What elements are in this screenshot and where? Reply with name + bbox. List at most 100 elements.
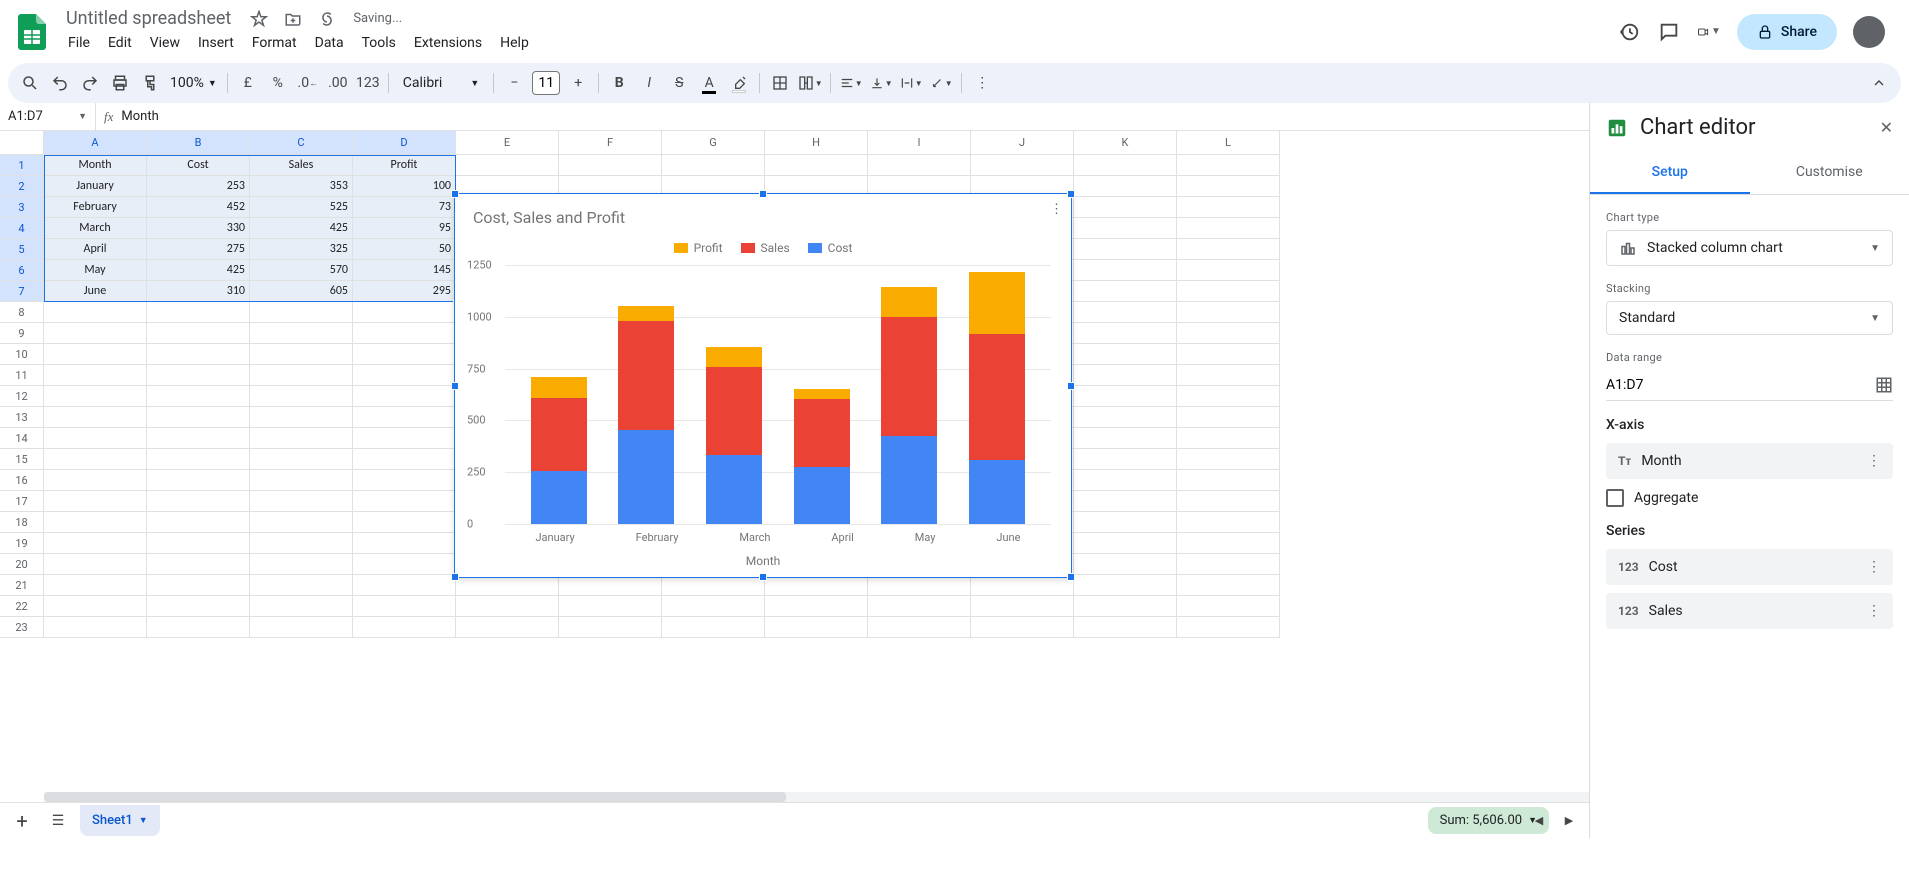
cell[interactable] [1074,470,1177,491]
cell[interactable]: Month [44,155,147,176]
cell[interactable] [353,596,456,617]
tab-setup[interactable]: Setup [1590,152,1750,194]
cell[interactable]: 100 [353,176,456,197]
cell[interactable]: 310 [147,281,250,302]
cell[interactable] [1177,407,1280,428]
column-header[interactable]: A [44,131,147,155]
row-header[interactable]: 4 [0,218,44,239]
cell[interactable] [765,155,868,176]
cell[interactable] [1177,260,1280,281]
redo-icon[interactable] [76,69,104,97]
row-header[interactable]: 1 [0,155,44,176]
row-header[interactable]: 18 [0,512,44,533]
cell[interactable]: 325 [250,239,353,260]
column-header[interactable]: I [868,131,971,155]
cell[interactable]: 295 [353,281,456,302]
cell[interactable]: Sales [250,155,353,176]
cell[interactable] [250,365,353,386]
cell[interactable] [1074,428,1177,449]
row-header[interactable]: 12 [0,386,44,407]
column-header[interactable]: F [559,131,662,155]
menu-file[interactable]: File [60,31,98,55]
cell[interactable] [765,596,868,617]
cell[interactable] [250,554,353,575]
menu-extensions[interactable]: Extensions [406,31,490,55]
more-toolbar-icon[interactable]: ⋮ [968,69,996,97]
cell[interactable] [147,386,250,407]
cell[interactable] [353,617,456,638]
cell[interactable] [147,575,250,596]
close-sidebar-icon[interactable]: ✕ [1880,118,1893,137]
cell[interactable] [44,449,147,470]
cell[interactable]: 425 [147,260,250,281]
comments-icon[interactable] [1657,20,1681,44]
cell[interactable] [353,449,456,470]
cell[interactable] [1177,218,1280,239]
cell[interactable] [353,428,456,449]
row-header[interactable]: 2 [0,176,44,197]
tab-customise[interactable]: Customise [1750,152,1909,194]
cell[interactable] [868,617,971,638]
cell[interactable] [1177,281,1280,302]
cell[interactable] [1074,596,1177,617]
cell[interactable] [1074,323,1177,344]
cell[interactable] [147,365,250,386]
add-sheet-icon[interactable]: + [8,807,36,835]
cell[interactable] [44,512,147,533]
explore-right-icon[interactable]: ▶ [1555,807,1583,835]
paint-format-icon[interactable] [136,69,164,97]
cell[interactable] [250,617,353,638]
row-header[interactable]: 6 [0,260,44,281]
text-color-button[interactable]: A [695,69,723,97]
cell[interactable] [353,344,456,365]
cell[interactable] [44,344,147,365]
column-header[interactable]: L [1177,131,1280,155]
cell[interactable] [1177,491,1280,512]
cell[interactable] [1074,407,1177,428]
fill-color-button[interactable] [725,69,753,97]
row-header[interactable]: 14 [0,428,44,449]
cell[interactable] [250,323,353,344]
cell[interactable] [1074,239,1177,260]
sheet-tab[interactable]: Sheet1▼ [80,805,160,836]
cell[interactable] [868,155,971,176]
cell[interactable] [1074,365,1177,386]
cell[interactable] [147,512,250,533]
column-header[interactable]: E [456,131,559,155]
cell[interactable] [456,155,559,176]
select-all-corner[interactable] [0,131,44,155]
cell[interactable] [147,491,250,512]
borders-button[interactable] [766,69,794,97]
menu-help[interactable]: Help [492,31,537,55]
cell[interactable] [1074,281,1177,302]
cell[interactable] [1074,575,1177,596]
v-align-button[interactable]: ▼ [867,69,895,97]
zoom-select[interactable]: 100%▼ [166,75,221,91]
cell[interactable] [1177,197,1280,218]
rotate-button[interactable]: ▼ [927,69,955,97]
cell[interactable]: 425 [250,218,353,239]
cell[interactable] [1177,155,1280,176]
cell[interactable]: 330 [147,218,250,239]
column-header[interactable]: D [353,131,456,155]
decrease-font-icon[interactable]: − [500,69,528,97]
row-header[interactable]: 15 [0,449,44,470]
cell[interactable] [250,491,353,512]
cell[interactable] [1074,449,1177,470]
cell[interactable] [868,575,971,596]
cell[interactable] [250,533,353,554]
cell[interactable] [1177,386,1280,407]
cell[interactable] [353,575,456,596]
column-header[interactable]: G [662,131,765,155]
cell[interactable]: Cost [147,155,250,176]
cell[interactable] [1074,386,1177,407]
chart-type-select[interactable]: Stacked column chart▼ [1606,230,1893,266]
cell[interactable] [1177,512,1280,533]
cell[interactable]: 605 [250,281,353,302]
cell[interactable]: 525 [250,197,353,218]
cell[interactable] [147,449,250,470]
cell[interactable]: 452 [147,197,250,218]
column-header[interactable]: J [971,131,1074,155]
percent-button[interactable]: % [264,69,292,97]
cell[interactable] [147,344,250,365]
